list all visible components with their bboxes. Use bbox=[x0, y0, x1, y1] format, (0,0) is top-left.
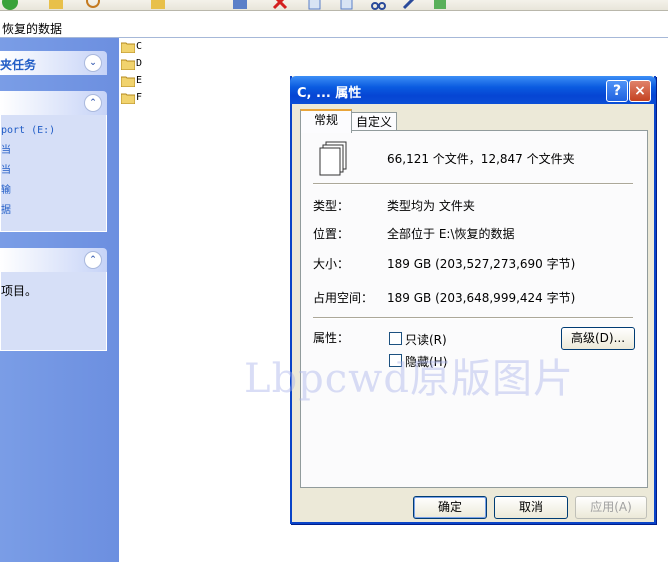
folder-tasks-group: 夹任务 ⌄ bbox=[0, 51, 107, 75]
folder-icon bbox=[121, 93, 135, 104]
address-path: 恢复的数据 bbox=[2, 22, 63, 36]
watermark: Lbpcwd原版图片 bbox=[244, 356, 575, 402]
dialog-titlebar[interactable]: C, ... 属性 ? × bbox=[290, 76, 656, 104]
search-icon[interactable] bbox=[84, 0, 100, 10]
multiple-files-icon bbox=[319, 141, 347, 176]
tab-general[interactable]: 常规 bbox=[300, 109, 352, 133]
refresh-icon[interactable] bbox=[432, 0, 448, 10]
type-value: 类型均为 文件夹 bbox=[387, 199, 475, 213]
task-pane: 夹任务 ⌄ ⌃ port (E:) 当 当 输 据 ⌃ 项目。 bbox=[0, 38, 119, 562]
details-group: ⌃ 项目。 bbox=[0, 248, 107, 351]
disk-size-value: 189 GB (203,648,999,424 字节) bbox=[387, 291, 576, 305]
folders-icon[interactable] bbox=[150, 0, 166, 10]
chevron-up-icon[interactable]: ⌃ bbox=[84, 251, 102, 269]
other-places-body: port (E:) 当 当 输 据 bbox=[0, 115, 107, 232]
address-bar[interactable]: 恢复的数据 bbox=[0, 11, 668, 38]
folder-tasks-header[interactable]: 夹任务 ⌄ bbox=[0, 51, 107, 75]
details-body: 项目。 bbox=[0, 272, 107, 351]
delete-icon[interactable] bbox=[272, 0, 288, 10]
size-label: 大小： bbox=[313, 257, 350, 271]
folder-up-icon[interactable] bbox=[48, 0, 64, 10]
close-button[interactable]: × bbox=[629, 80, 651, 102]
divider bbox=[313, 183, 633, 185]
folder-tasks-title: 夹任务 bbox=[0, 58, 37, 72]
size-value: 189 GB (203,527,273,690 字节) bbox=[387, 257, 576, 271]
apply-button[interactable]: 应用(A) bbox=[575, 496, 647, 519]
folder-label: E bbox=[136, 75, 143, 86]
place-item-3[interactable]: 当 bbox=[1, 161, 106, 181]
toolbar bbox=[0, 0, 668, 11]
help-button[interactable]: ? bbox=[606, 80, 628, 102]
chevron-down-icon[interactable]: ⌄ bbox=[84, 54, 102, 72]
disk-size-label: 占用空间： bbox=[313, 291, 374, 305]
dialog-title: C, ... 属性 bbox=[297, 86, 362, 101]
cut-icon[interactable] bbox=[370, 0, 386, 10]
back-icon[interactable] bbox=[2, 0, 18, 10]
folder-label: D bbox=[136, 58, 143, 69]
type-label: 类型： bbox=[313, 199, 350, 213]
properties-dialog: C, ... 属性 ? × 常规 自定义 66,121 个文件，12,847 个… bbox=[290, 76, 656, 524]
other-places-group: ⌃ port (E:) 当 当 输 据 bbox=[0, 91, 107, 232]
readonly-checkbox[interactable] bbox=[389, 332, 402, 345]
place-item-5[interactable]: 据 bbox=[1, 201, 106, 221]
cancel-button[interactable]: 取消 bbox=[494, 496, 568, 519]
attributes-label: 属性： bbox=[313, 331, 350, 345]
place-item-drive[interactable]: port (E:) bbox=[1, 121, 106, 141]
paste-icon[interactable] bbox=[338, 0, 354, 10]
general-panel: 66,121 个文件，12,847 个文件夹 类型： 类型均为 文件夹 位置： … bbox=[300, 130, 648, 488]
item-count: 66,121 个文件，12,847 个文件夹 bbox=[387, 152, 575, 166]
other-places-header[interactable]: ⌃ bbox=[0, 91, 107, 115]
folder-icon bbox=[121, 76, 135, 87]
place-item-2[interactable]: 当 bbox=[1, 141, 106, 161]
copy-icon[interactable] bbox=[306, 0, 322, 10]
location-value: 全部位于 E:\恢复的数据 bbox=[387, 227, 515, 241]
folder-label: C bbox=[136, 41, 143, 52]
details-text: 项目。 bbox=[1, 284, 38, 298]
details-header[interactable]: ⌃ bbox=[0, 248, 107, 272]
folder-label: F bbox=[136, 92, 143, 103]
folder-icon bbox=[121, 59, 135, 70]
ok-button[interactable]: 确定 bbox=[413, 496, 487, 519]
divider bbox=[313, 317, 633, 319]
rename-icon[interactable] bbox=[402, 0, 418, 10]
place-item-4[interactable]: 输 bbox=[1, 181, 106, 201]
views-icon[interactable] bbox=[232, 0, 248, 10]
folder-icon bbox=[121, 42, 135, 53]
location-label: 位置： bbox=[313, 227, 350, 241]
chevron-up-icon[interactable]: ⌃ bbox=[84, 94, 102, 112]
